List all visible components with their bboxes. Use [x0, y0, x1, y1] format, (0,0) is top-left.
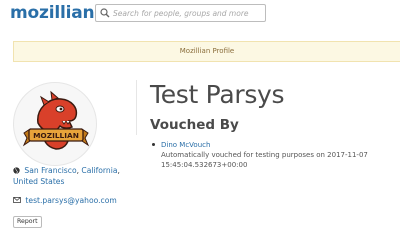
envelope-icon [13, 197, 21, 203]
avatar-badge-text: MOZILLIAN [33, 131, 79, 140]
profile-banner: Mozillian Profile [13, 41, 400, 62]
search-icon [100, 8, 110, 18]
mozillians-logo[interactable]: mozillians [10, 3, 104, 23]
vouch-description: Automatically vouched for testing purpos… [161, 151, 368, 169]
vouch-list: Dino McVouch Automatically vouched for t… [152, 140, 391, 170]
banner-text: Mozillian Profile [179, 47, 235, 55]
search-box[interactable] [95, 4, 266, 22]
column-divider [136, 80, 137, 135]
list-item: Dino McVouch Automatically vouched for t… [152, 140, 391, 170]
vouched-by-heading: Vouched By [150, 117, 239, 133]
location: San Francisco, California, United States [13, 166, 133, 187]
search-input[interactable] [113, 6, 263, 20]
top-bar: mozillians [0, 0, 400, 28]
avatar: MOZILLIAN [13, 82, 97, 166]
location-city-link[interactable]: San Francisco [24, 166, 76, 175]
location-country-link[interactable]: United States [13, 177, 64, 186]
bullet [152, 143, 155, 146]
report-button[interactable]: Report [13, 216, 42, 228]
voucher-link[interactable]: Dino McVouch [161, 140, 391, 150]
globe-icon [13, 167, 20, 174]
profile-name: Test Parsys [150, 80, 285, 109]
mozillian-mascot-image: MOZILLIAN [22, 90, 90, 150]
email: test.parsys@yahoo.com [13, 195, 117, 206]
location-separator: , [117, 166, 120, 175]
location-region-link[interactable]: California [81, 166, 117, 175]
email-link[interactable]: test.parsys@yahoo.com [25, 196, 116, 205]
